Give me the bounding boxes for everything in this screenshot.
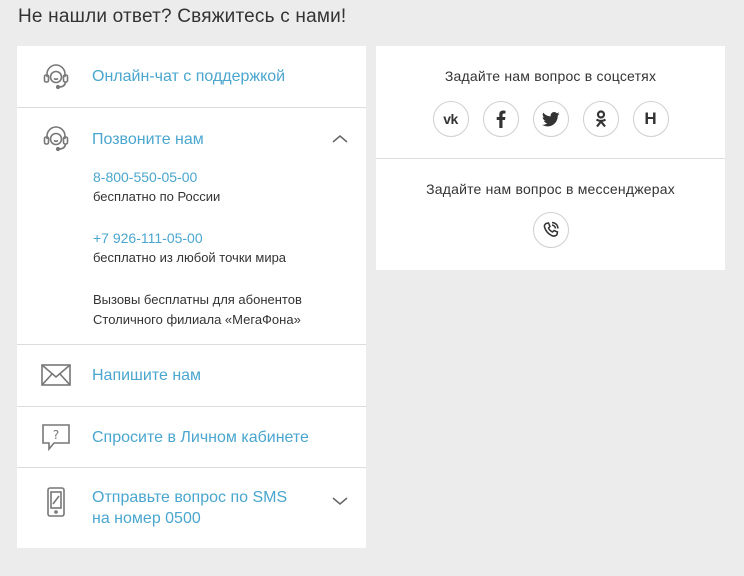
phone-number-world[interactable]: +7 926-111-05-00 [93,229,366,248]
sms-label-line1: Отправьте вопрос по SMS [92,489,288,506]
contact-item-chat[interactable]: Онлайн-чат с поддержкой [17,46,366,108]
phone-number-russia[interactable]: 8-800-550-05-00 [93,168,366,187]
chevron-up-icon[interactable] [332,131,348,149]
phone-note-russia: бесплатно по России [93,189,221,204]
social-section: Задайте нам вопрос в соцсетях vk H [376,46,725,159]
facebook-icon[interactable] [482,101,519,137]
twitter-icon[interactable] [532,101,569,137]
vk-icon[interactable]: vk [432,101,469,137]
mail-link[interactable]: Напишите нам [92,365,201,386]
contact-item-mail[interactable]: Напишите нам [17,345,366,407]
call-link[interactable]: Позвоните нам [92,129,204,150]
svg-text:?: ? [53,428,59,442]
habr-icon[interactable]: H [632,101,669,137]
free-calls-note-line1: Вызовы бесплатны для абонентов [93,292,302,307]
odnoklassniki-icon[interactable] [582,101,619,137]
viber-icon[interactable] [532,212,569,248]
free-calls-note-line2: Столичного филиала «МегаФона» [93,312,301,327]
chevron-down-icon[interactable] [332,493,348,511]
mobile-phone-icon [40,486,72,518]
headset-icon [40,123,72,155]
phone-note-world: бесплатно из любой точки мира [93,250,287,265]
contact-item-cabinet[interactable]: ? Спросите в Личном кабинете [17,407,366,468]
chat-link[interactable]: Онлайн-чат с поддержкой [92,66,285,87]
contact-options-card: Онлайн-чат с поддержкой Позвоните нам 8-… [17,46,366,548]
headset-icon [40,61,72,93]
social-title: Задайте нам вопрос в соцсетях [444,68,657,84]
social-messengers-card: Задайте нам вопрос в соцсетях vk H Задай… [376,46,725,270]
page-title: Не нашли ответ? Свяжитесь с нами! [18,6,347,27]
call-details: 8-800-550-05-00 бесплатно по России +7 9… [17,168,366,330]
sms-link[interactable]: Отправьте вопрос по SMS на номер 0500 [92,487,287,529]
messengers-section: Задайте нам вопрос в мессенджерах [376,159,725,248]
sms-label-line2: на номер 0500 [92,510,201,527]
messengers-title: Задайте нам вопрос в мессенджерах [426,181,675,197]
contact-item-call[interactable]: Позвоните нам 8-800-550-05-00 бесплатно … [17,108,366,345]
contact-item-sms[interactable]: Отправьте вопрос по SMS на номер 0500 [17,468,366,548]
envelope-icon [40,359,72,391]
cabinet-link[interactable]: Спросите в Личном кабинете [92,427,309,448]
question-bubble-icon: ? [40,421,72,453]
